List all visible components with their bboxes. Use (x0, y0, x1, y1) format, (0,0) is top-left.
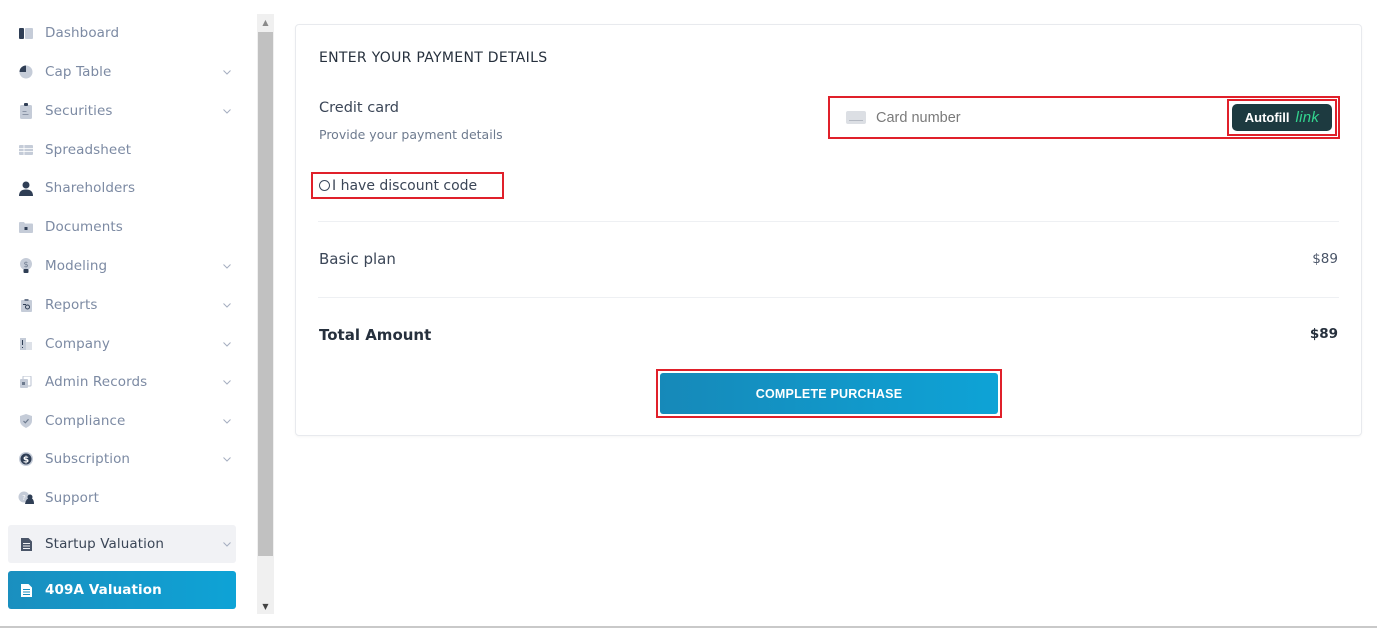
sidebar-item-support[interactable]: ? Support (8, 481, 236, 515)
chevron-down-icon[interactable] (220, 379, 234, 385)
sidebar-item-documents[interactable]: Documents (8, 210, 236, 244)
plan-price: $89 (1312, 251, 1338, 267)
divider (318, 297, 1339, 298)
sidebar-item-label: Securities (45, 103, 113, 119)
sidebar-item-dashboard[interactable]: Dashboard (8, 16, 236, 50)
chevron-down-icon[interactable] (220, 263, 234, 269)
sidebar-item-label: Startup Valuation (45, 536, 164, 552)
sidebar-item-label: Dashboard (45, 25, 120, 41)
spreadsheet-icon (18, 142, 34, 158)
sidebar-item-label: Compliance (45, 413, 126, 429)
chevron-down-icon[interactable] (220, 69, 234, 75)
credit-card-subtitle: Provide your payment details (319, 127, 503, 142)
sidebar-item-label: Support (45, 490, 100, 506)
sidebar-item-label: Shareholders (45, 180, 136, 196)
radio-button-icon[interactable] (319, 180, 330, 191)
sidebar-item-admin-records[interactable]: Admin Records (8, 365, 236, 399)
sidebar-item-label: Admin Records (45, 374, 148, 390)
sidebar-item-modeling[interactable]: $ Modeling (8, 249, 236, 283)
document-icon (18, 536, 34, 552)
card-number-field-highlight: Autofill link (828, 96, 1340, 139)
svg-text:?: ? (22, 494, 26, 502)
building-icon (18, 336, 34, 352)
chevron-down-icon[interactable] (220, 341, 234, 347)
autofill-highlight: Autofill link (1227, 99, 1337, 136)
card-number-input[interactable] (876, 109, 1176, 126)
sidebar-item-reports[interactable]: Reports (8, 288, 236, 322)
complete-purchase-button[interactable]: COMPLETE PURCHASE (660, 373, 998, 414)
link-logo-icon: link (1295, 109, 1320, 126)
complete-purchase-highlight: COMPLETE PURCHASE (656, 369, 1002, 418)
payment-card: ENTER YOUR PAYMENT DETAILS Credit card P… (295, 24, 1362, 436)
sidebar-item-label: Reports (45, 297, 98, 313)
sidebar-item-securities[interactable]: Securities (8, 94, 236, 128)
user-icon (18, 180, 34, 196)
chevron-down-icon[interactable] (220, 302, 234, 308)
records-icon (18, 374, 34, 390)
sidebar-item-spreadsheet[interactable]: Spreadsheet (8, 133, 236, 167)
sidebar-item-cap-table[interactable]: Cap Table (8, 55, 236, 89)
total-amount-label: Total Amount (319, 326, 432, 344)
credit-card-label: Credit card (319, 100, 399, 116)
autofill-link-button[interactable]: Autofill link (1232, 104, 1332, 131)
support-chat-icon: ? (18, 490, 34, 506)
divider (318, 221, 1339, 222)
scrollbar-thumb[interactable] (258, 32, 273, 556)
discount-code-radio[interactable]: I have discount code (311, 172, 504, 199)
scroll-down-arrow-icon[interactable]: ▼ (257, 598, 274, 614)
credit-card-icon (846, 111, 866, 124)
total-amount-value: $89 (1309, 326, 1338, 342)
lightbulb-dollar-icon: $ (18, 258, 34, 274)
page: Dashboard Cap Table Securities Spreadshe… (0, 0, 1377, 628)
payment-title: ENTER YOUR PAYMENT DETAILS (319, 50, 548, 66)
shield-check-icon (18, 413, 34, 429)
sidebar-item-label: 409A Valuation (45, 582, 162, 598)
scroll-up-arrow-icon[interactable]: ▲ (257, 14, 274, 30)
document-icon (18, 582, 34, 598)
chevron-down-icon[interactable] (220, 541, 234, 547)
sidebar-item-label: Modeling (45, 258, 108, 274)
chevron-down-icon[interactable] (220, 418, 234, 424)
discount-code-label: I have discount code (332, 177, 478, 194)
clipboard-icon (18, 103, 34, 119)
sidebar-item-subscription[interactable]: $ Subscription (8, 442, 236, 476)
dollar-circle-icon: $ (18, 451, 34, 467)
chevron-down-icon[interactable] (220, 456, 234, 462)
folder-lock-icon (18, 219, 34, 235)
plan-label: Basic plan (319, 250, 396, 268)
sidebar-item-compliance[interactable]: Compliance (8, 404, 236, 438)
sidebar-item-company[interactable]: Company (8, 327, 236, 361)
sidebar-item-label: Spreadsheet (45, 142, 132, 158)
sidebar-item-409a-valuation[interactable]: 409A Valuation (8, 571, 236, 609)
sidebar: Dashboard Cap Table Securities Spreadshe… (0, 14, 256, 614)
pie-chart-icon (18, 64, 34, 80)
chevron-down-icon[interactable] (220, 108, 234, 114)
sidebar-item-startup-valuation[interactable]: Startup Valuation (8, 525, 236, 563)
sidebar-scrollbar[interactable]: ▲ ▼ (257, 14, 274, 614)
sidebar-item-shareholders[interactable]: Shareholders (8, 171, 236, 205)
sidebar-item-label: Company (45, 336, 110, 352)
sidebar-item-label: Subscription (45, 451, 131, 467)
dashboard-icon (18, 25, 34, 41)
svg-text:$: $ (23, 456, 29, 466)
sidebar-item-label: Documents (45, 219, 123, 235)
autofill-label: Autofill (1244, 110, 1290, 125)
report-icon (18, 297, 34, 313)
svg-text:$: $ (23, 260, 28, 269)
sidebar-item-label: Cap Table (45, 64, 112, 80)
